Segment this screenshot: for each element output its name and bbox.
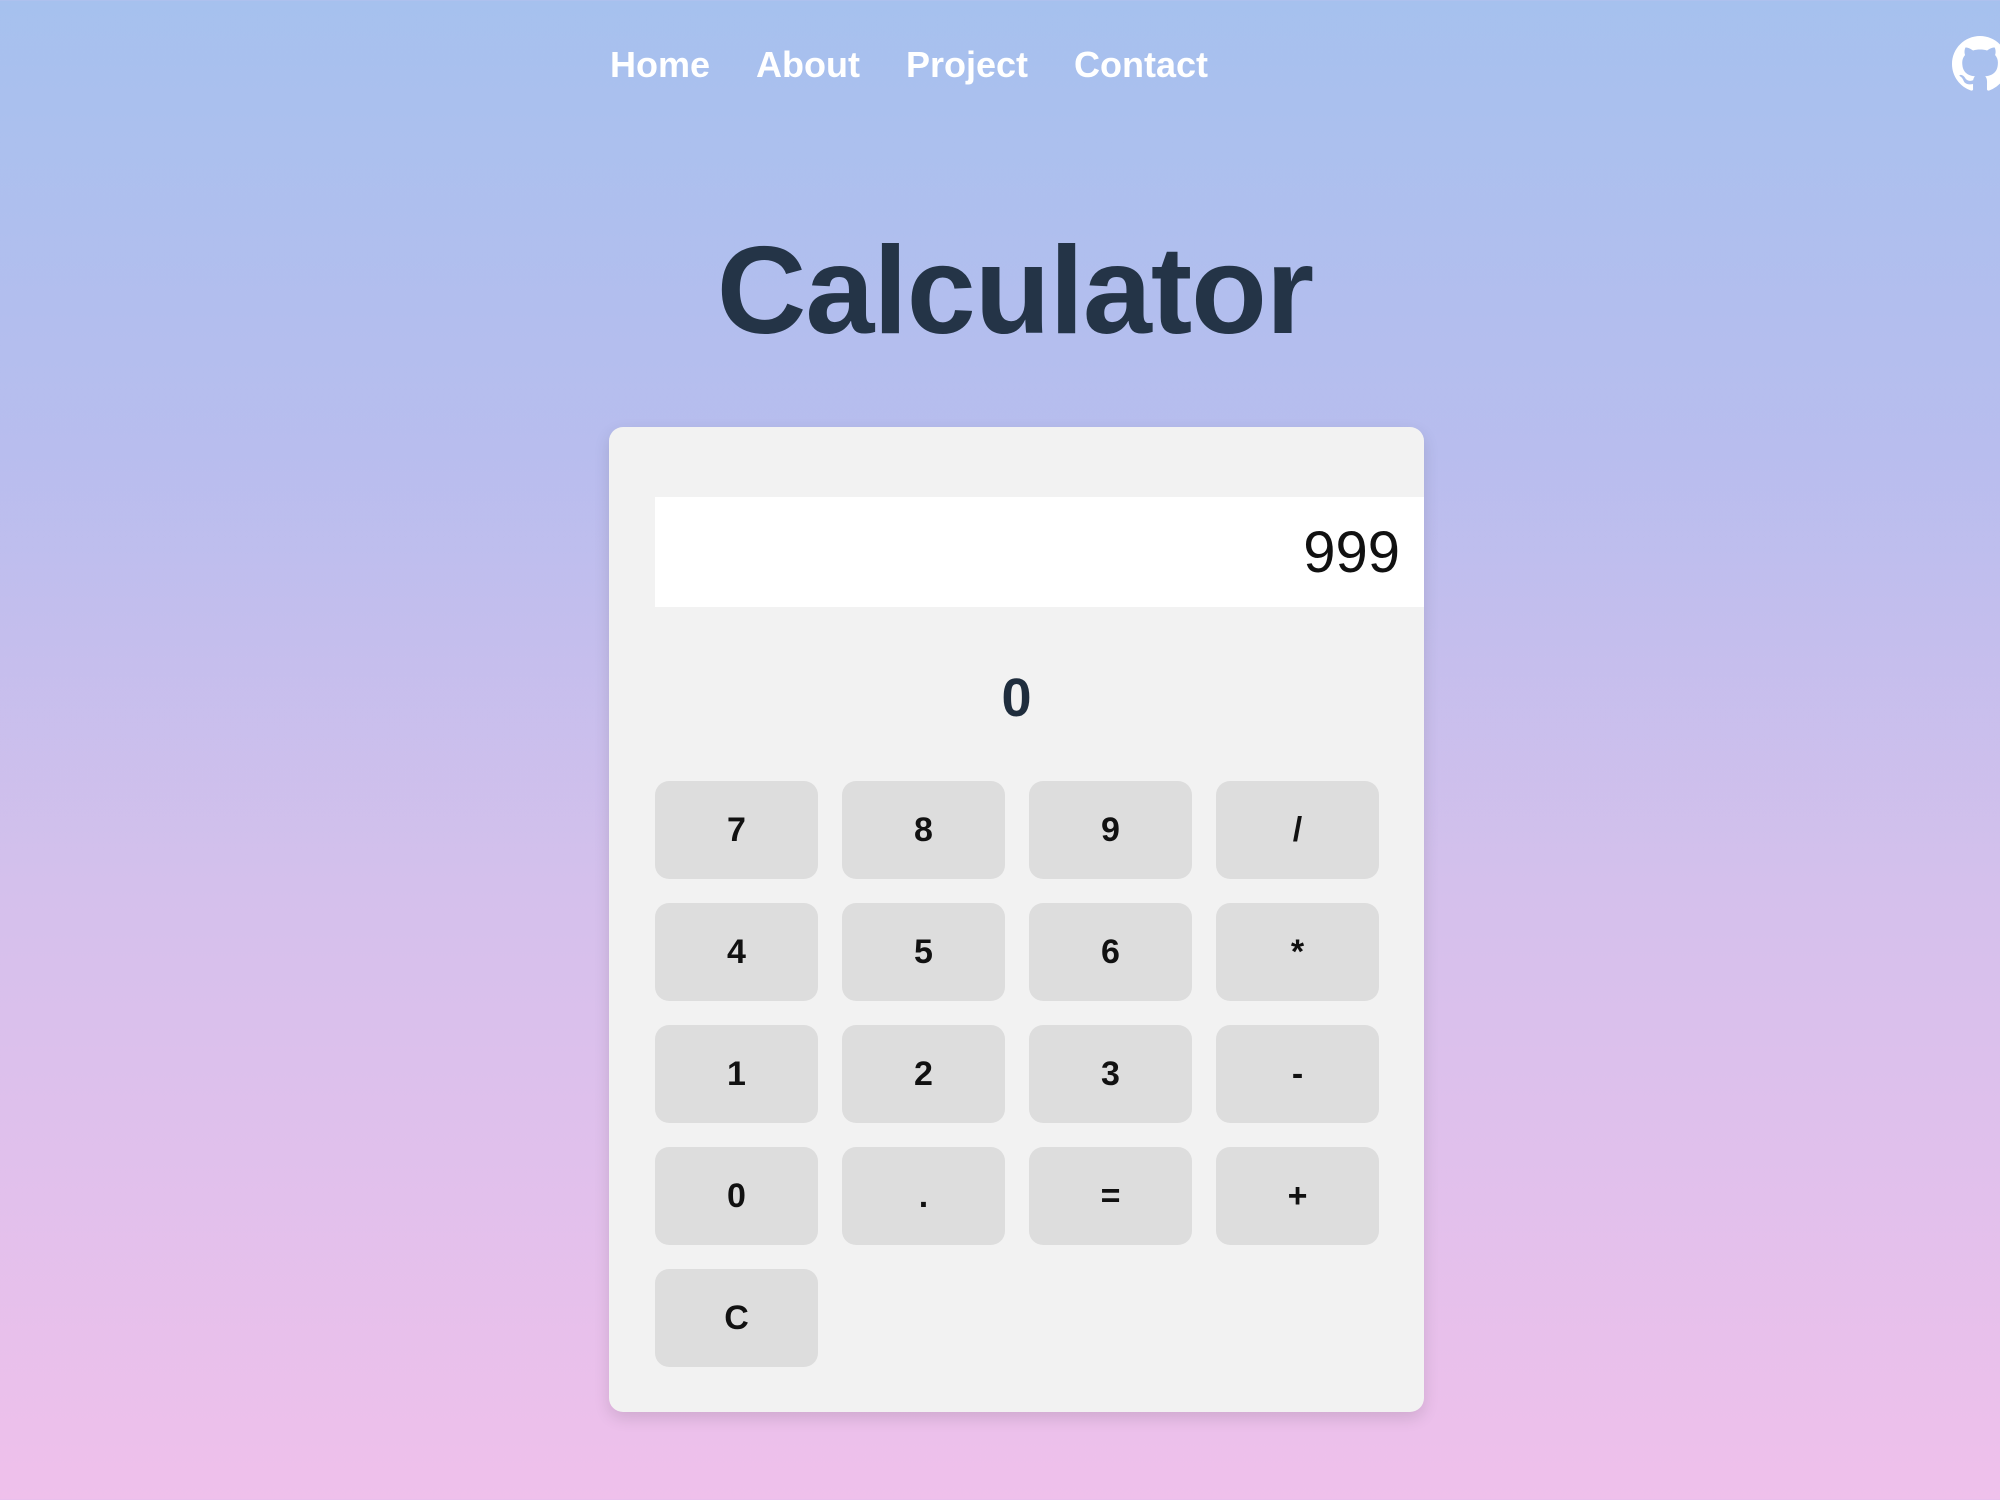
key-9-button[interactable]: 9: [1029, 781, 1192, 879]
calculator-keypad: 7 8 9/ 4 5 6 * 1 2 3- 0. = + C: [655, 781, 1379, 1367]
nav-contact-link[interactable]: Contact: [1074, 44, 1208, 86]
key-6-button[interactable]: 6: [1029, 903, 1192, 1001]
page-title: Calculator: [716, 222, 1314, 360]
add-button[interactable]: +: [1216, 1147, 1379, 1245]
key-7-button[interactable]: 7: [655, 781, 818, 879]
calculator-result: 0: [1001, 668, 1032, 728]
key-2-button[interactable]: 2: [842, 1025, 1005, 1123]
top-nav: Home About Project Contact: [610, 44, 1208, 86]
multiply-button[interactable]: *: [1216, 903, 1379, 1001]
decimal-button[interactable]: .: [842, 1147, 1005, 1245]
key-0-button[interactable]: 0: [655, 1147, 818, 1245]
equals-button[interactable]: =: [1029, 1147, 1192, 1245]
calculator-panel: 0 789/ 456* 123- 0.=+ C: [609, 427, 1424, 1412]
github-icon[interactable]: [1952, 36, 2000, 92]
nav-project-link[interactable]: Project: [906, 44, 1028, 86]
calculator-input[interactable]: [655, 497, 1424, 607]
nav-home-link[interactable]: Home: [610, 44, 710, 86]
divide-button[interactable]: /: [1216, 781, 1379, 879]
key-8-button[interactable]: 8: [842, 781, 1005, 879]
subtract-button[interactable]: -: [1216, 1025, 1379, 1123]
key-1-button[interactable]: 1: [655, 1025, 818, 1123]
key-5-button[interactable]: 5: [842, 903, 1005, 1001]
key-4-button[interactable]: 4: [655, 903, 818, 1001]
nav-about-link[interactable]: About: [756, 44, 860, 86]
key-3-button[interactable]: 3: [1029, 1025, 1192, 1123]
clear-button[interactable]: C: [655, 1269, 818, 1367]
